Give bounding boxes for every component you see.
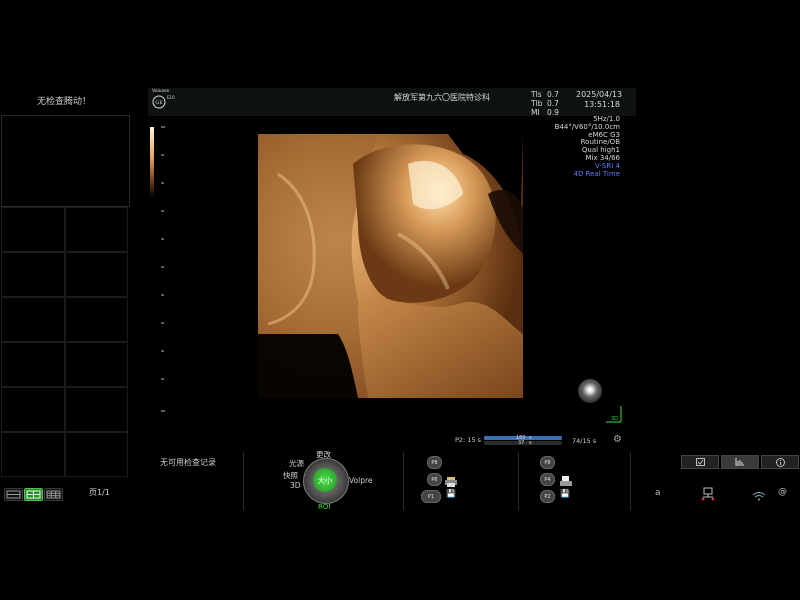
checklist-icon	[695, 458, 705, 466]
brand-logo: Voluson GE E10	[152, 88, 188, 110]
save-icon-right[interactable]: 💾	[560, 489, 570, 498]
ultrasound-3d-render[interactable]	[258, 134, 523, 398]
3x3-layout-button[interactable]	[44, 488, 63, 501]
thumbnail-slot[interactable]	[1, 207, 65, 252]
orientation-ball-icon[interactable]	[578, 379, 602, 403]
mi-label: MI	[531, 108, 540, 117]
divider	[630, 452, 631, 510]
page-indicator: 页1/1	[89, 488, 110, 497]
thumbnail-slot[interactable]	[1, 252, 65, 297]
knob-label-roi[interactable]: ROI	[318, 503, 330, 511]
tis-value: 0.7	[547, 90, 559, 99]
cine-end-label: 74/15 s	[572, 437, 597, 445]
svg-text:3D: 3D	[611, 416, 618, 422]
divider	[518, 452, 519, 510]
param-mode: 4D Real Time	[573, 169, 620, 178]
2x2-layout-button[interactable]	[24, 488, 43, 501]
left-panel-title: 无检查腾动！	[36, 97, 91, 107]
p8-button-right[interactable]: P8	[540, 456, 555, 469]
document-icon[interactable]	[560, 472, 572, 486]
thumbnail-slot[interactable]	[1, 342, 65, 387]
p4-button[interactable]: P4	[540, 473, 555, 486]
tib-label: TIb	[531, 99, 543, 108]
divider	[403, 452, 404, 510]
gear-icon[interactable]: ⚙	[613, 434, 622, 445]
datetime: 2025/04/13 13:51:18	[576, 90, 623, 110]
date: 2025/04/13	[576, 90, 623, 99]
thumbnail-slot[interactable]	[64, 207, 128, 252]
knob-label-snapshot[interactable]: 快照	[283, 470, 298, 481]
tis-label: TIs	[531, 90, 542, 99]
depth-scale	[161, 126, 165, 412]
info-tab[interactable]	[761, 455, 799, 469]
svg-text:GE: GE	[155, 100, 163, 106]
thumbnail-slot[interactable]	[64, 387, 128, 432]
knob-center-button[interactable]: 大小	[313, 468, 337, 492]
knob-label-volpre[interactable]: Volpre	[349, 476, 373, 485]
thumbnail-slot[interactable]	[64, 297, 128, 342]
cine-frames-bottom-unit: s	[529, 440, 532, 446]
printer-icon[interactable]	[445, 472, 457, 487]
network-icon[interactable]	[701, 486, 715, 501]
imaging-params: 5Hz/1.0 B44°/V60°/10.0cm eM6C G3 Routine…	[548, 115, 620, 178]
single-layout-icon	[6, 490, 21, 499]
thumbnail-slot[interactable]	[64, 342, 128, 387]
thumbnail-slot[interactable]	[64, 252, 128, 297]
p6-button[interactable]: P6	[427, 473, 442, 486]
at-sign-icon[interactable]: @	[778, 487, 787, 497]
thumbnail-slot[interactable]	[1, 297, 65, 342]
p1-button[interactable]: P1	[421, 490, 441, 503]
header-bar	[148, 88, 636, 116]
info-icon	[775, 457, 785, 467]
cine-progress-bar[interactable]: 180 s 37 s	[484, 435, 562, 446]
p8-button[interactable]: P8	[427, 456, 442, 469]
p2-button[interactable]: P2	[540, 490, 555, 503]
knob-label-light[interactable]: 光源	[289, 458, 304, 469]
cine-start-label: P2: 15 s	[455, 436, 482, 444]
grid-2x2-icon	[26, 490, 41, 499]
time: 13:51:18	[584, 100, 620, 109]
divider	[243, 452, 244, 510]
cine-frames-bottom: 37	[518, 440, 525, 446]
checklist-tab[interactable]	[681, 455, 719, 469]
grid-3x3-icon	[46, 490, 61, 499]
3d-axis-icon: 3D	[606, 406, 622, 423]
thumbnail-slot[interactable]	[1, 432, 65, 477]
chart-icon	[735, 458, 744, 466]
wifi-icon[interactable]	[752, 487, 766, 501]
hospital-name: 解放军第九六〇医院特诊科	[394, 93, 490, 102]
chart-tab[interactable]	[721, 455, 759, 469]
tint-gradient-bar	[150, 127, 154, 197]
thumbnail-grid	[1, 207, 128, 477]
text-annotation-icon[interactable]: a	[655, 488, 661, 498]
single-layout-button[interactable]	[4, 488, 23, 501]
knob-label-change[interactable]: 更改	[316, 449, 331, 460]
svg-text:E10: E10	[167, 95, 175, 100]
save-icon[interactable]: 💾	[446, 489, 456, 498]
thumbnail-preview[interactable]	[1, 115, 130, 207]
thumbnail-slot[interactable]	[1, 387, 65, 432]
tib-value: 0.7	[547, 99, 559, 108]
thumbnail-slot[interactable]	[64, 432, 128, 477]
knob-label-3d[interactable]: 3D	[290, 481, 301, 490]
no-exam-record-text: 无可用检查记录	[160, 458, 216, 467]
